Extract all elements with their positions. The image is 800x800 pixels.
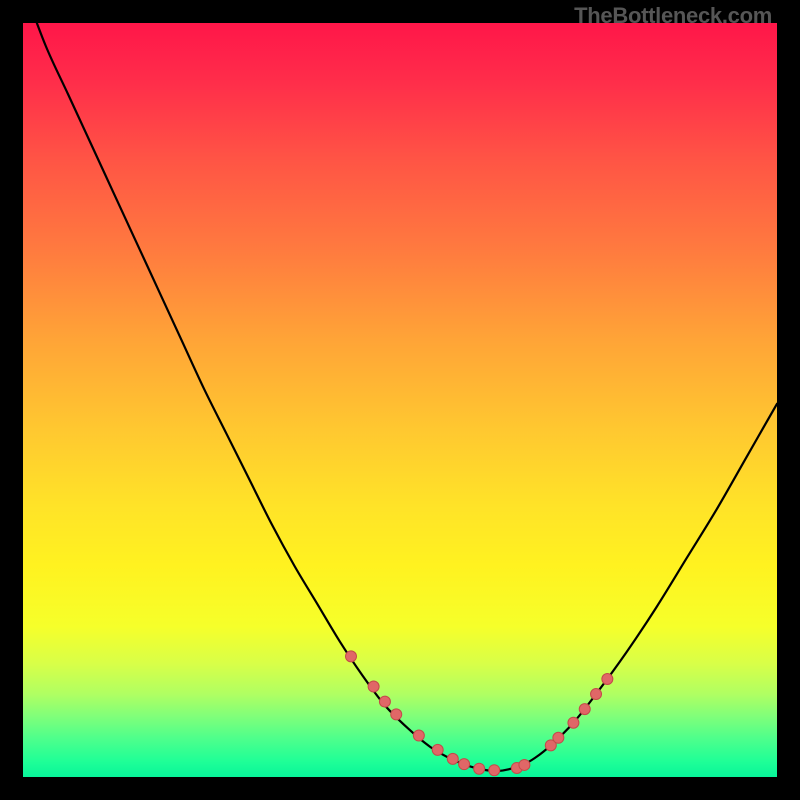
curve-marker [602, 673, 613, 684]
curve-marker [379, 696, 390, 707]
bottleneck-curve [23, 0, 777, 771]
curve-marker [568, 717, 579, 728]
curve-marker [459, 759, 470, 770]
curve-marker [368, 681, 379, 692]
curve-marker [579, 704, 590, 715]
curve-marker [474, 763, 485, 774]
curve-marker [391, 709, 402, 720]
curve-marker [447, 753, 458, 764]
curve-marker [591, 689, 602, 700]
curve-markers [345, 651, 612, 776]
curve-marker [519, 759, 530, 770]
curve-marker [345, 651, 356, 662]
curve-marker [413, 730, 424, 741]
curve-marker [432, 744, 443, 755]
curve-marker [489, 765, 500, 776]
chart-container: { "watermark": "TheBottleneck.com", "plo… [0, 0, 800, 800]
curve-marker [553, 732, 564, 743]
chart-svg [23, 23, 777, 777]
